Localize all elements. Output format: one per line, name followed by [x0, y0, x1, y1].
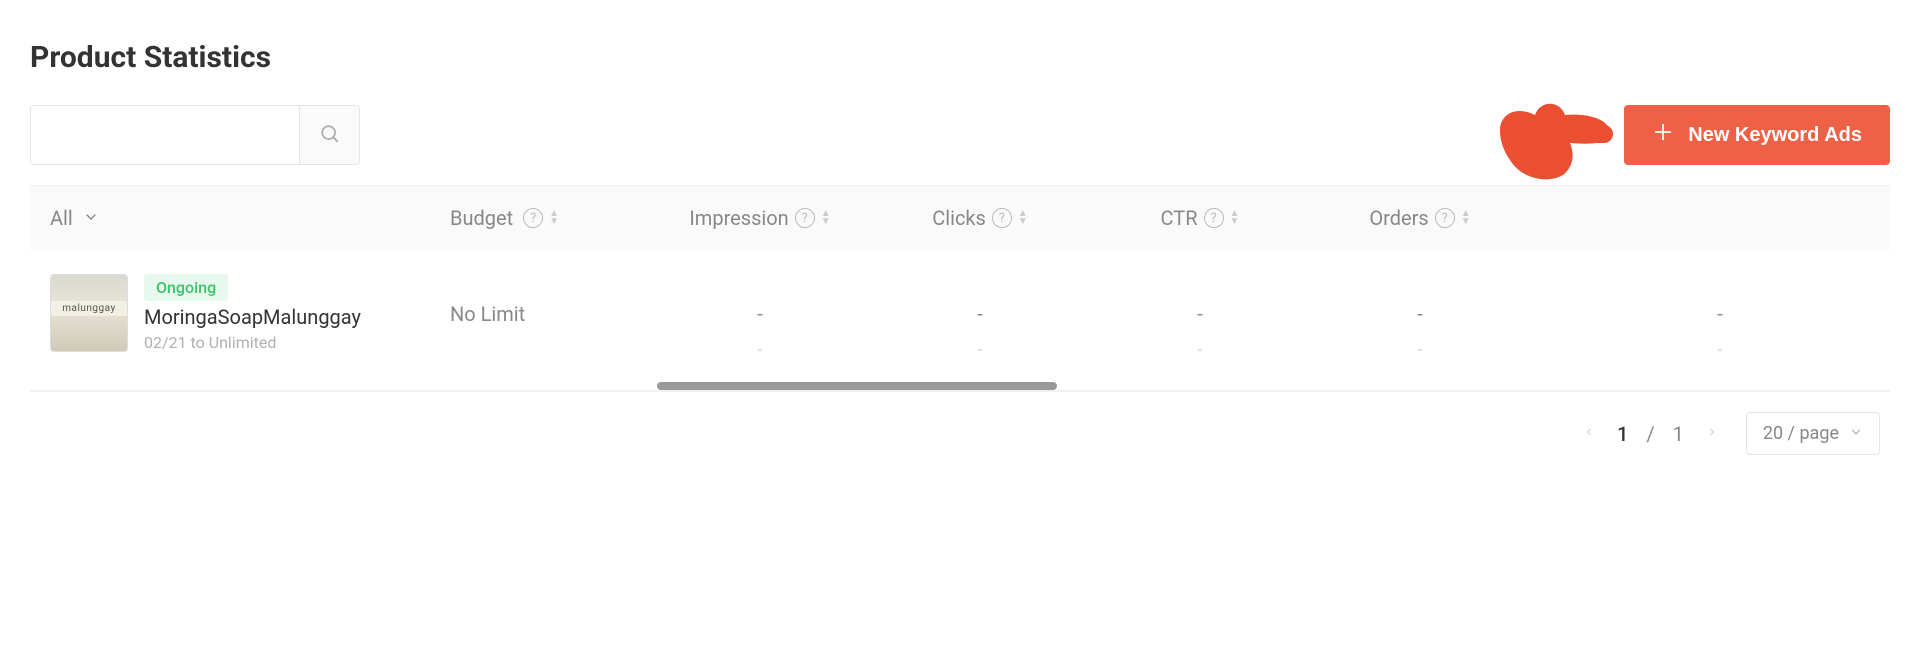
product-thumbnail[interactable]: [50, 274, 128, 352]
help-icon[interactable]: ?: [992, 208, 1012, 228]
column-impression-label: Impression: [689, 206, 788, 230]
column-impression[interactable]: Impression ? ▲▼: [650, 206, 870, 230]
column-ctr[interactable]: CTR ? ▲▼: [1090, 206, 1310, 230]
help-icon[interactable]: ?: [1435, 208, 1455, 228]
page-size-label: 20 / page: [1763, 423, 1839, 444]
column-budget[interactable]: Budget ? ▲▼: [450, 206, 650, 230]
column-orders-label: Orders: [1369, 206, 1428, 230]
total-pages: 1: [1673, 422, 1684, 446]
column-clicks-label: Clicks: [932, 206, 986, 230]
next-page-button[interactable]: [1702, 418, 1722, 450]
product-name[interactable]: MoringaSoapMalunggay: [144, 305, 361, 329]
new-keyword-ads-label: New Keyword Ads: [1688, 124, 1862, 147]
cell-orders-sub: -: [1418, 340, 1423, 360]
cell-impression: - -: [650, 274, 870, 360]
statistics-table: All Budget ? ▲▼ Impression ? ▲▼: [30, 185, 1890, 391]
cell-ctr-value: -: [1197, 302, 1203, 326]
status-badge: Ongoing: [144, 274, 228, 301]
current-page: 1: [1617, 422, 1628, 446]
page-separator: /: [1646, 422, 1654, 446]
search-button[interactable]: [299, 106, 359, 164]
column-clicks[interactable]: Clicks ? ▲▼: [870, 206, 1090, 230]
cell-orders-value: -: [1417, 302, 1423, 326]
help-icon[interactable]: ?: [795, 208, 815, 228]
cell-clicks: - -: [870, 274, 1090, 360]
cell-ctr-sub: -: [1198, 340, 1203, 360]
table-header: All Budget ? ▲▼ Impression ? ▲▼: [30, 186, 1890, 250]
cell-clicks-sub: -: [978, 340, 983, 360]
cell-orders: - -: [1310, 274, 1530, 360]
column-orders[interactable]: Orders ? ▲▼: [1310, 206, 1530, 230]
sort-icon[interactable]: ▲▼: [1018, 210, 1028, 226]
search-icon: [319, 123, 341, 148]
help-icon[interactable]: ?: [1204, 208, 1224, 228]
filter-all-dropdown[interactable]: All: [30, 206, 450, 230]
sort-icon[interactable]: ▲▼: [1461, 210, 1471, 226]
page-size-select[interactable]: 20 / page: [1746, 412, 1880, 455]
table-row: Ongoing MoringaSoapMalunggay 02/21 to Un…: [30, 250, 1890, 390]
sort-icon[interactable]: ▲▼: [821, 210, 831, 226]
cell-budget: No Limit: [450, 274, 650, 326]
cell-extra: --: [1530, 274, 1890, 360]
new-keyword-ads-button[interactable]: New Keyword Ads: [1624, 105, 1890, 165]
prev-page-button[interactable]: [1579, 418, 1599, 450]
pagination-bar: 1 / 1 20 / page: [30, 391, 1890, 465]
search-input[interactable]: [31, 106, 299, 164]
plus-icon: [1652, 121, 1674, 149]
cell-clicks-value: -: [977, 302, 983, 326]
filter-label: All: [50, 206, 73, 230]
search-box: [30, 105, 360, 165]
column-budget-label: Budget: [450, 206, 513, 230]
cell-impression-sub: -: [758, 340, 763, 360]
chevron-down-icon: [1849, 423, 1863, 444]
product-dates: 02/21 to Unlimited: [144, 333, 361, 352]
sort-icon[interactable]: ▲▼: [549, 210, 559, 226]
column-ctr-label: CTR: [1161, 206, 1198, 230]
help-icon[interactable]: ?: [523, 208, 543, 228]
cell-ctr: - -: [1090, 274, 1310, 360]
cell-impression-value: -: [757, 302, 763, 326]
page-title: Product Statistics: [30, 40, 1890, 75]
horizontal-scrollbar[interactable]: [657, 382, 1057, 390]
sort-icon[interactable]: ▲▼: [1230, 210, 1240, 226]
pointing-hand-icon: [1495, 85, 1615, 189]
chevron-down-icon: [83, 206, 99, 230]
